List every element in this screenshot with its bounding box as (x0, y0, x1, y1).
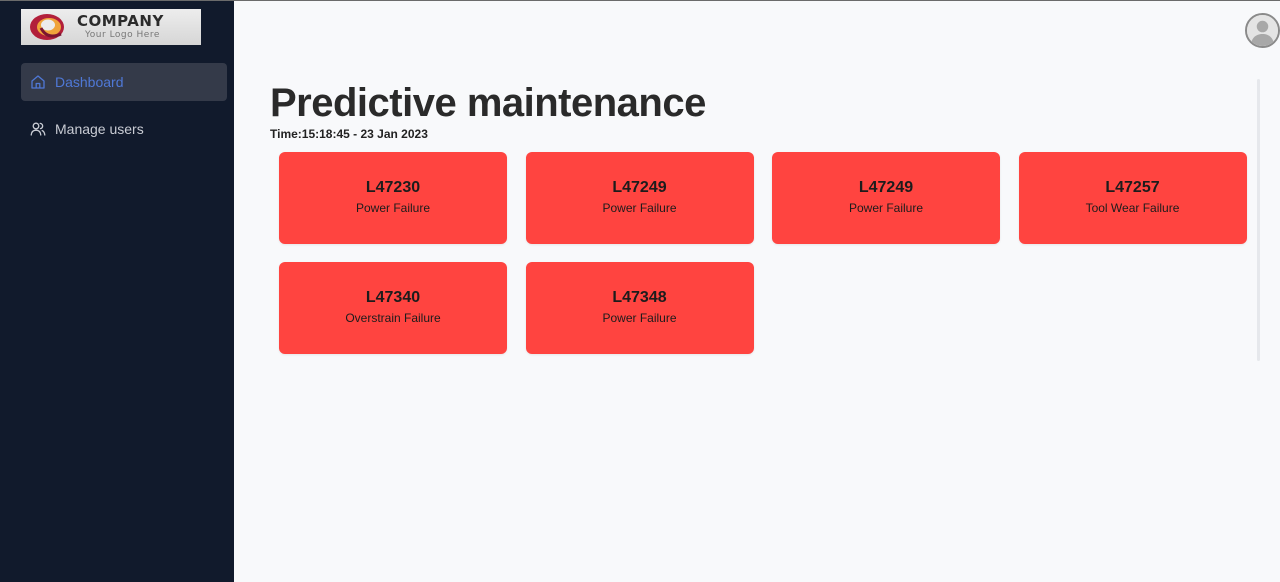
machine-id: L47230 (365, 179, 421, 196)
machine-cards-grid: L47230 Power Failure L47249 Power Failur… (279, 152, 1249, 354)
logo-subtitle: Your Logo Here (85, 30, 160, 40)
machine-id: L47249 (858, 179, 914, 196)
failure-status: Power Failure (355, 201, 431, 215)
failure-status: Power Failure (848, 201, 924, 215)
company-logo[interactable]: COMPANY Your Logo Here (21, 9, 201, 45)
main-content: Predictive maintenance Time:15:18:45 - 2… (234, 0, 1280, 582)
sidebar-item-manage-users[interactable]: Manage users (21, 110, 227, 148)
machine-id: L47348 (612, 289, 667, 306)
logo-title: COMPANY (77, 12, 164, 30)
machine-card[interactable]: L47257 Tool Wear Failure (1018, 152, 1247, 244)
failure-status: Power Failure (602, 201, 677, 215)
avatar-icon (1247, 15, 1278, 46)
machine-card[interactable]: L47340 Overstrain Failure (279, 262, 507, 354)
machine-card[interactable]: L47348 Power Failure (525, 262, 754, 354)
sidebar-item-label: Dashboard (55, 74, 124, 90)
machine-id: L47257 (1105, 179, 1160, 196)
machine-id: L47249 (612, 179, 667, 196)
machine-card[interactable]: L47249 Power Failure (525, 152, 754, 244)
users-icon (30, 121, 46, 137)
user-avatar[interactable] (1245, 13, 1280, 48)
failure-status: Overstrain Failure (345, 311, 441, 325)
sidebar: COMPANY Your Logo Here Dashboard Manage … (0, 0, 234, 582)
sidebar-item-dashboard[interactable]: Dashboard (21, 63, 227, 101)
logo-mark-icon (30, 14, 64, 40)
sidebar-nav: Dashboard Manage users (21, 63, 227, 157)
machine-card[interactable]: L47230 Power Failure (279, 152, 507, 244)
app-root: COMPANY Your Logo Here Dashboard Manage … (0, 0, 1280, 582)
machine-id: L47340 (365, 289, 421, 306)
current-time: Time:15:18:45 - 23 Jan 2023 (270, 127, 428, 141)
failure-status: Tool Wear Failure (1085, 201, 1180, 215)
home-icon (30, 74, 46, 90)
page-title: Predictive maintenance (270, 81, 706, 125)
scrollbar[interactable] (1257, 79, 1260, 361)
machine-card[interactable]: L47249 Power Failure (772, 152, 1000, 244)
failure-status: Power Failure (602, 311, 677, 325)
sidebar-item-label: Manage users (55, 121, 144, 137)
